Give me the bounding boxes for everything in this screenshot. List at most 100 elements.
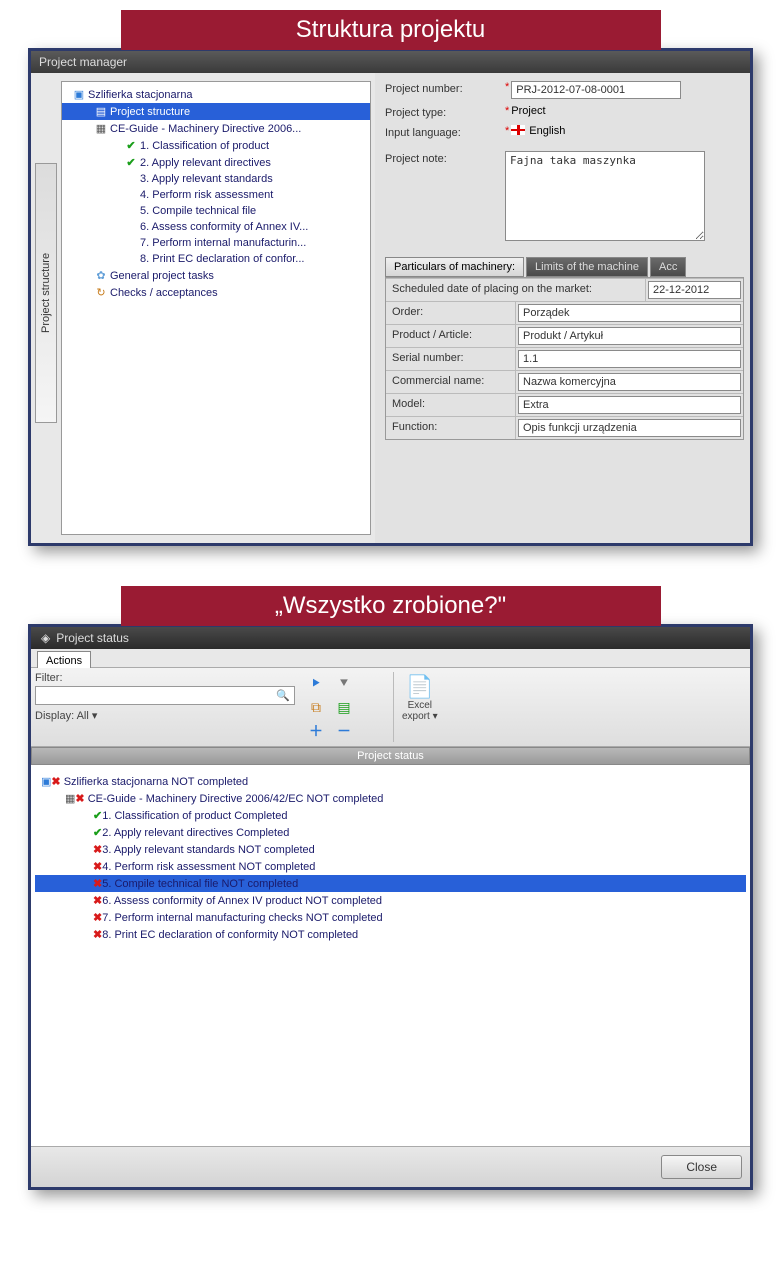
input-scheduled-date[interactable]: [648, 281, 741, 299]
status-step[interactable]: ✔ 1. Classification of product Completed: [35, 807, 746, 824]
check-icon: ✔: [93, 809, 102, 822]
project-icon: ▣: [41, 775, 51, 788]
input-product[interactable]: [518, 327, 741, 345]
status-label: 2. Apply relevant directives Completed: [102, 827, 289, 839]
tree-label: 2. Apply relevant directives: [140, 157, 271, 169]
status-label: 4. Perform risk assessment NOT completed: [102, 861, 315, 873]
tree-root-label: Szlifierka stacjonarna: [88, 89, 193, 101]
status-tree[interactable]: ▣ ✖ Szlifierka stacjonarna NOT completed…: [31, 765, 750, 1146]
input-commercial[interactable]: [518, 373, 741, 391]
refresh-icon: ↻: [92, 286, 110, 299]
banner-wszystko: „Wszystko zrobione?": [121, 586, 661, 626]
guide-icon: ▦: [65, 792, 75, 805]
check-icon: ✔: [122, 139, 140, 152]
status-label: 5. Compile technical file NOT completed: [102, 878, 298, 890]
tree-step[interactable]: 3. Apply relevant standards: [62, 171, 370, 187]
input-order[interactable]: [518, 304, 741, 322]
status-step[interactable]: ✔ 2. Apply relevant directives Completed: [35, 824, 746, 841]
project-tree[interactable]: ▣ Szlifierka stacjonarna ▤ Project struc…: [61, 81, 371, 535]
status-step[interactable]: ✖ 3. Apply relevant standards NOT comple…: [35, 841, 746, 858]
status-label: 7. Perform internal manufacturing checks…: [102, 912, 382, 924]
label-serial: Serial number:: [386, 348, 516, 370]
input-function[interactable]: [518, 419, 741, 437]
label-project-type: Project type:: [385, 105, 505, 119]
x-icon: ✖: [93, 911, 102, 924]
list-icon[interactable]: ▤: [331, 696, 357, 718]
tab-acc[interactable]: Acc: [650, 257, 686, 277]
tree-label: 8. Print EC declaration of confor...: [140, 253, 304, 265]
tree-label: Checks / acceptances: [110, 287, 218, 299]
input-serial[interactable]: [518, 350, 741, 368]
close-button[interactable]: Close: [661, 1155, 742, 1179]
display-select[interactable]: All ▾: [77, 710, 98, 722]
tree-label: 6. Assess conformity of Annex IV...: [140, 221, 308, 233]
tree-step[interactable]: 6. Assess conformity of Annex IV...: [62, 219, 370, 235]
x-icon: ✖: [93, 843, 102, 856]
tree-ce-guide[interactable]: ▦ CE-Guide - Machinery Directive 2006...: [62, 120, 370, 137]
required-icon: *: [505, 125, 509, 137]
banner-struktura: Struktura projektu: [121, 10, 661, 50]
textarea-project-note[interactable]: Fajna taka maszynka: [505, 151, 705, 241]
tab-particulars[interactable]: Particulars of machinery:: [385, 257, 524, 277]
required-icon: *: [505, 81, 509, 93]
tree-project-structure[interactable]: ▤ Project structure: [62, 103, 370, 120]
excel-export-button[interactable]: 📄 Excel export ▾: [393, 672, 446, 742]
status-label: 3. Apply relevant standards NOT complete…: [102, 844, 315, 856]
project-manager-window: Project manager Project structure ▣ Szli…: [28, 48, 753, 546]
status-step[interactable]: ✖ 7. Perform internal manufacturing chec…: [35, 909, 746, 926]
label-commercial: Commercial name:: [386, 371, 516, 393]
excel-icon: 📄: [402, 674, 438, 700]
tree-step[interactable]: ✔1. Classification of product: [62, 137, 370, 154]
gear-icon: ✿: [92, 269, 110, 282]
project-status-window: ◈ Project status Actions Filter: 🔍 Displ…: [28, 624, 753, 1190]
tree-icon[interactable]: ⧉: [303, 696, 329, 718]
check-icon: ✔: [93, 826, 102, 839]
plus-icon[interactable]: ＋: [303, 720, 329, 742]
tree-general-tasks[interactable]: ✿ General project tasks: [62, 267, 370, 284]
minus-icon[interactable]: －: [331, 720, 357, 742]
input-project-number[interactable]: [511, 81, 681, 99]
status-step[interactable]: ✖ 4. Perform risk assessment NOT complet…: [35, 858, 746, 875]
side-tab-project-structure[interactable]: Project structure: [35, 163, 57, 423]
project-form: Project number: * Project type: * Projec…: [375, 73, 750, 543]
excel-label2: export: [402, 711, 430, 722]
tree-step[interactable]: 8. Print EC declaration of confor...: [62, 251, 370, 267]
tree-step[interactable]: ✔2. Apply relevant directives: [62, 154, 370, 171]
toolbar-icons: ⯈ ⯆ ⧉ ▤ ＋ －: [303, 672, 385, 742]
status-label: Szlifierka stacjonarna NOT completed: [64, 776, 248, 788]
tree-checks[interactable]: ↻ Checks / acceptances: [62, 284, 370, 301]
collapse-all-icon[interactable]: ⯆: [331, 672, 357, 694]
search-icon[interactable]: 🔍: [276, 689, 290, 702]
input-model[interactable]: [518, 396, 741, 414]
value-project-type: Project: [511, 105, 545, 117]
status-guide[interactable]: ▦ ✖ CE-Guide - Machinery Directive 2006/…: [35, 790, 746, 807]
label-order: Order:: [386, 302, 516, 324]
status-header: Project status: [31, 747, 750, 765]
status-step[interactable]: ✖ 8. Print EC declaration of conformity …: [35, 926, 746, 943]
flag-england-icon: [511, 125, 525, 135]
filter-input[interactable]: 🔍: [35, 686, 295, 705]
tree-label: 3. Apply relevant standards: [140, 173, 273, 185]
label-display: Display:: [35, 710, 74, 722]
tree-step[interactable]: 5. Compile technical file: [62, 203, 370, 219]
status-label: CE-Guide - Machinery Directive 2006/42/E…: [88, 793, 384, 805]
check-icon: ✔: [122, 156, 140, 169]
tree-label: CE-Guide - Machinery Directive 2006...: [110, 123, 301, 135]
status-step[interactable]: ✖ 6. Assess conformity of Annex IV produ…: [35, 892, 746, 909]
label-input-language: Input language:: [385, 125, 505, 139]
status-label: 6. Assess conformity of Annex IV product…: [102, 895, 382, 907]
tab-limits[interactable]: Limits of the machine: [526, 257, 648, 277]
tree-step[interactable]: 7. Perform internal manufacturin...: [62, 235, 370, 251]
window-title: Project manager: [31, 51, 750, 73]
label-model: Model:: [386, 394, 516, 416]
x-icon: ✖: [93, 928, 102, 941]
tree-step[interactable]: 4. Perform risk assessment: [62, 187, 370, 203]
status-step[interactable]: ✖ 5. Compile technical file NOT complete…: [35, 875, 746, 892]
tab-bar: Actions: [31, 649, 750, 668]
toolbar: Filter: 🔍 Display: All ▾ ⯈ ⯆ ⧉ ▤ ＋ － 📄: [31, 668, 750, 747]
tree-label: 5. Compile technical file: [140, 205, 256, 217]
expand-all-icon[interactable]: ⯈: [303, 672, 329, 694]
x-icon: ✖: [93, 860, 102, 873]
tree-root[interactable]: ▣ Szlifierka stacjonarna: [62, 86, 370, 103]
status-root[interactable]: ▣ ✖ Szlifierka stacjonarna NOT completed: [35, 773, 746, 790]
